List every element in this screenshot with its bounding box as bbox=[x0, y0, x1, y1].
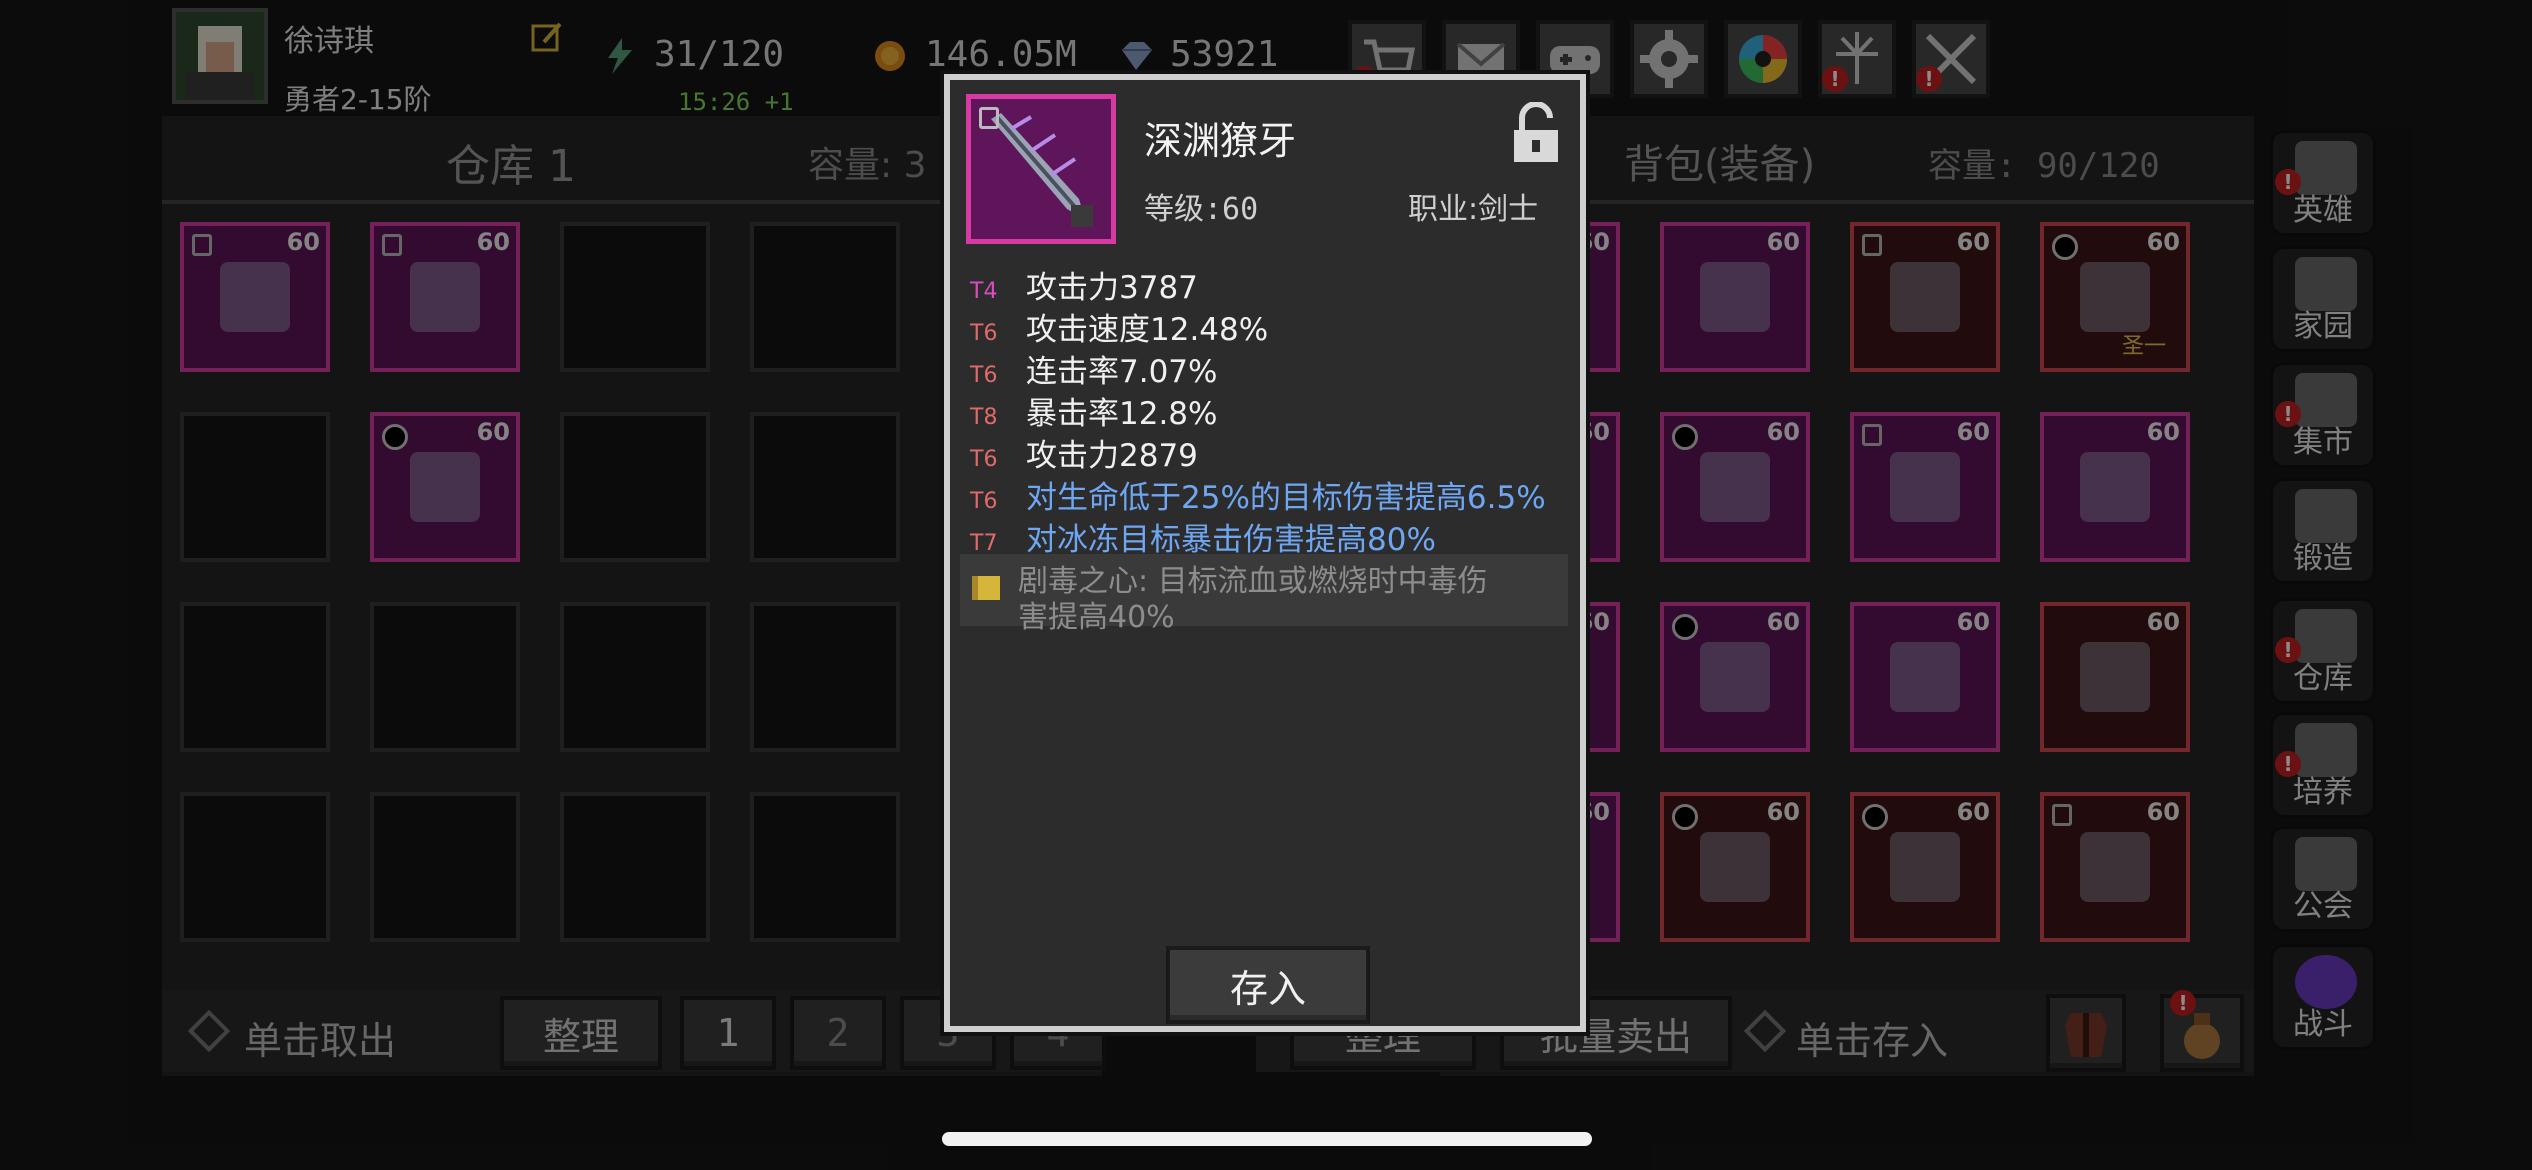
stat-row: T6 连击率7.07% bbox=[970, 346, 1217, 391]
stat-text: 攻击速度12.48% bbox=[1026, 312, 1269, 348]
item-name: 深渊獠牙 bbox=[1144, 119, 1297, 163]
stat-text: 对生命低于25%的目标伤害提高6.5% bbox=[1026, 480, 1546, 516]
stat-row: T6 攻击速度12.48% bbox=[970, 304, 1268, 349]
store-item-button[interactable]: 存入 bbox=[1166, 946, 1370, 1024]
stat-tier: T4 bbox=[970, 279, 998, 304]
home-indicator[interactable] bbox=[942, 1132, 1592, 1146]
stat-row: T8 暴击率12.8% bbox=[970, 388, 1217, 433]
stat-row: T6 攻击力2879 bbox=[970, 430, 1198, 475]
item-class: 职业:剑士 bbox=[1408, 192, 1539, 227]
stat-text: 对冰冻目标暴击伤害提高80% bbox=[1026, 522, 1436, 558]
stat-tier: T6 bbox=[970, 321, 998, 346]
stat-tier: T6 bbox=[970, 447, 998, 472]
scroll-icon bbox=[968, 570, 1004, 606]
stat-text: 攻击力2879 bbox=[1026, 438, 1198, 474]
stat-tier: T6 bbox=[970, 489, 998, 514]
stat-row: T6 对生命低于25%的目标伤害提高6.5% bbox=[970, 472, 1546, 517]
passive-skill-line2: 害提高40% bbox=[1018, 600, 1175, 635]
item-bound-icon bbox=[979, 107, 999, 129]
stat-tier: T8 bbox=[970, 405, 998, 430]
passive-skill-box: 剧毒之心: 目标流血或燃烧时中毒伤 害提高40% bbox=[960, 554, 1568, 635]
stat-tier: T7 bbox=[970, 531, 998, 556]
item-level: 等级:60 bbox=[1144, 192, 1259, 227]
stat-text: 连击率7.07% bbox=[1026, 354, 1218, 390]
item-tooltip: 深渊獠牙 等级:60 职业:剑士 T4 攻击力3787 T6 攻击速度12.48% T6… bbox=[944, 74, 1586, 1032]
stat-tier: T6 bbox=[970, 363, 998, 388]
stat-text: 攻击力3787 bbox=[1026, 270, 1198, 306]
stat-text: 暴击率12.8% bbox=[1026, 396, 1218, 432]
item-icon-frame bbox=[966, 94, 1116, 244]
stat-row: T7 对冰冻目标暴击伤害提高80% bbox=[970, 514, 1436, 559]
stat-row: T4 攻击力3787 bbox=[970, 262, 1198, 307]
unlock-icon[interactable] bbox=[1508, 101, 1564, 164]
